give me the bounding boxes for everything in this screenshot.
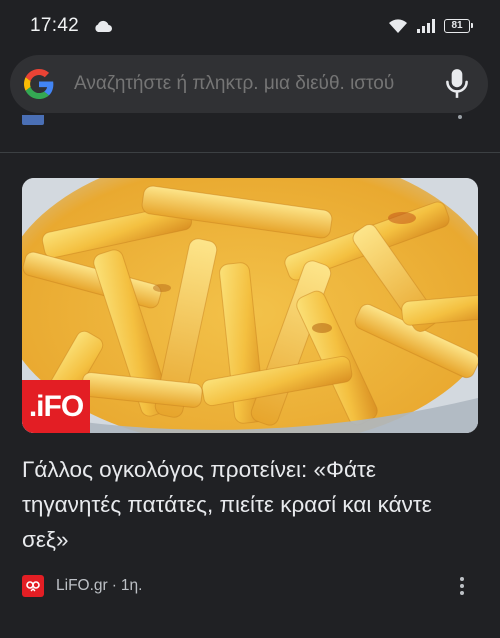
status-left: 17:42	[30, 15, 113, 37]
search-input[interactable]	[74, 73, 434, 95]
status-time: 17:42	[30, 15, 80, 36]
lifo-logo: .iFO	[22, 380, 90, 433]
meta-separator: ·	[111, 577, 117, 594]
status-bar: 17:42 81	[0, 0, 500, 52]
card-divider	[0, 152, 500, 153]
previous-more-icon	[458, 115, 462, 119]
battery-level: 81	[451, 20, 463, 31]
lifo-logo-text: .iFO	[28, 389, 84, 423]
article-meta: LiFO.gr · 1η.	[22, 572, 478, 600]
battery-icon: 81	[444, 19, 473, 33]
more-vert-icon[interactable]	[458, 576, 466, 596]
previous-card-remnant	[0, 115, 500, 127]
screen: 17:42 81 Αναζητήστε ή πληκτρ. μια διεύθ.…	[0, 0, 500, 638]
microphone-icon[interactable]	[444, 68, 470, 100]
article-title[interactable]: Γάλλος ογκολόγος προτείνει: «Φάτε τηγανη…	[22, 452, 472, 557]
article-time: 1η.	[120, 577, 143, 594]
article-image[interactable]	[22, 178, 478, 433]
lifo-favicon-icon	[22, 575, 44, 597]
status-right: 81	[388, 18, 473, 34]
search-bar[interactable]	[10, 55, 488, 113]
signal-icon	[417, 19, 435, 33]
article-source[interactable]: LiFO.gr	[56, 577, 108, 595]
cloud-icon	[95, 20, 113, 32]
google-logo-icon	[24, 69, 54, 99]
wifi-icon	[389, 19, 407, 33]
french-fries-image	[22, 178, 478, 433]
previous-source-favicon-icon	[22, 115, 44, 125]
